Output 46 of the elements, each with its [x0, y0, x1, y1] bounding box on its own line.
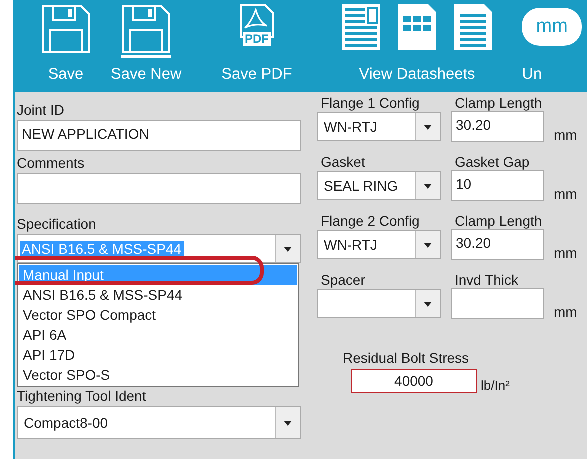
floppy-disk-icon	[121, 4, 172, 58]
field-label: Tightening Tool Ident	[17, 388, 148, 405]
field-label: Comments	[17, 155, 86, 172]
dropdown-option[interactable]: Vector SPO Compact	[19, 305, 297, 325]
field-label: Clamp Length	[455, 95, 544, 112]
dropdown-field[interactable]: SEAL RING	[317, 171, 441, 200]
dropdown-field[interactable]	[317, 289, 441, 318]
field-label: Flange 1 Config	[321, 95, 421, 112]
field-label: Invd Thick	[455, 272, 520, 289]
dropdown-option[interactable]: API 6A	[19, 325, 297, 345]
caret-icon[interactable]	[275, 235, 300, 262]
field-label: Specification	[17, 216, 98, 233]
caret-icon[interactable]	[415, 113, 440, 140]
input-field[interactable]: 30.20	[451, 111, 544, 142]
field-label: Clamp Length	[455, 213, 544, 230]
dropdown-option[interactable]: ANSI B16.5 & MSS-SP44	[19, 285, 297, 305]
dropdown-option[interactable]: API 17D	[19, 345, 297, 365]
input-field[interactable]	[451, 288, 544, 319]
unit-label: mm	[554, 128, 578, 142]
caret-icon[interactable]	[415, 290, 440, 317]
field-label: Gasket Gap	[455, 154, 531, 171]
input-field[interactable]: NEW APPLICATION	[17, 120, 301, 151]
text-document-icon	[454, 4, 492, 50]
unit-label: mm	[554, 305, 578, 319]
field-label: Joint ID	[17, 102, 66, 119]
input-field[interactable]: 30.20	[451, 229, 544, 260]
caret-icon[interactable]	[415, 231, 440, 258]
input-field[interactable]	[17, 173, 301, 204]
input-field[interactable]: 10	[451, 170, 544, 201]
grid-document-icon	[398, 4, 436, 50]
dropdown-field[interactable]: WN-RTJ	[317, 230, 441, 259]
input-field[interactable]: 40000	[351, 369, 477, 393]
field-label: Flange 2 Config	[321, 213, 421, 230]
field-label: Spacer	[321, 272, 366, 289]
unit-label: mm	[554, 187, 578, 201]
unit-label: mm	[554, 246, 578, 260]
caret-icon[interactable]	[415, 172, 440, 199]
dropdown-option[interactable]: Vector SPO-S	[19, 365, 297, 385]
caret-icon[interactable]	[275, 407, 300, 438]
unit-badge: mm	[522, 8, 582, 46]
dropdown-field[interactable]: Compact8-00	[17, 406, 301, 439]
unit-label: lb/In²	[481, 378, 510, 393]
dropdown-field[interactable]: WN-RTJ	[317, 112, 441, 141]
field-label: Gasket	[321, 154, 366, 171]
field-label: Residual Bolt Stress	[343, 350, 470, 367]
document-icon	[342, 4, 380, 50]
